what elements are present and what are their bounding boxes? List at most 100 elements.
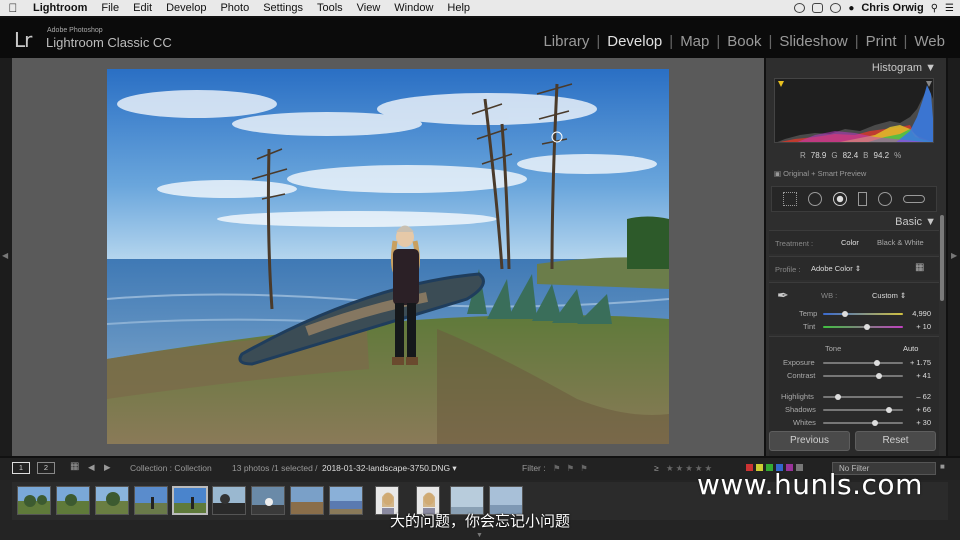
second-window-button[interactable]: 2 — [37, 462, 55, 474]
exposure-label: Exposure — [783, 358, 815, 367]
histogram-header[interactable]: Histogram ▼ — [872, 62, 936, 74]
temp-slider-track[interactable] — [823, 313, 903, 315]
main-photo[interactable] — [107, 69, 669, 444]
creative-cloud-icon[interactable] — [794, 3, 806, 13]
menu-app-name[interactable]: Lightroom — [26, 2, 94, 14]
tint-slider-thumb[interactable] — [864, 324, 870, 330]
crop-overlay-icon[interactable] — [783, 192, 798, 206]
contrast-label: Contrast — [787, 371, 816, 380]
selected-filename[interactable]: 2018-01-32-landscape-3750.DNG ▾ — [322, 463, 457, 474]
menu-help[interactable]: Help — [440, 2, 477, 14]
contrast-slider-thumb[interactable] — [876, 373, 882, 379]
exposure-slider-thumb[interactable] — [874, 360, 880, 366]
basic-header[interactable]: Basic ▼ — [895, 216, 936, 228]
tone-label: Tone — [825, 344, 842, 353]
r-value: 78.9 — [810, 151, 827, 160]
image-canvas[interactable] — [12, 58, 764, 456]
collapse-right-panel-icon[interactable]: ▶ — [951, 251, 957, 260]
temp-label: Temp — [799, 309, 818, 318]
tint-slider-track[interactable] — [823, 326, 903, 328]
menu-photo[interactable]: Photo — [213, 2, 256, 14]
forward-arrow-icon[interactable]: ▶ — [104, 462, 111, 473]
spot-removal-icon[interactable] — [808, 192, 823, 206]
module-web[interactable]: Web — [907, 33, 952, 50]
histogram-chart — [777, 81, 933, 142]
shadows-label: Shadows — [785, 405, 816, 414]
menu-edit[interactable]: Edit — [126, 2, 159, 14]
tint-value[interactable]: + 10 — [916, 322, 931, 331]
shadow-clipping-warning-icon — [778, 81, 784, 87]
white-balance-section: ✒ WB : Custom ⇕ Temp 4,990 Tint + 10 — [769, 282, 939, 334]
spotlight-search-icon[interactable]: ⚲ — [931, 3, 938, 14]
right-panel: Histogram ▼ R 78.9 G 82.4 B 94.2 % ▣ Origin… — [766, 58, 946, 456]
menu-develop[interactable]: Develop — [159, 2, 213, 14]
previous-button[interactable]: Previous — [769, 431, 850, 451]
module-map[interactable]: Map — [673, 33, 716, 50]
back-arrow-icon[interactable]: ◀ — [88, 462, 95, 473]
radial-filter-icon[interactable] — [877, 192, 892, 206]
profile-label: Profile : — [775, 265, 801, 274]
flag-filter-icons[interactable]: ⚑⚑⚑ — [553, 463, 594, 474]
eyedropper-icon[interactable]: ✒ — [777, 287, 789, 304]
histogram-title: Histogram — [871, 62, 923, 74]
tone-auto-button[interactable]: Auto — [903, 344, 918, 353]
module-book[interactable]: Book — [720, 33, 768, 50]
rating-operator-icon[interactable]: ≥ — [654, 463, 659, 473]
wifi-icon[interactable]: ● — [848, 3, 854, 14]
shadows-value[interactable]: + 66 — [916, 405, 931, 414]
right-panel-scrollbar[interactable] — [940, 215, 944, 301]
menu-view[interactable]: View — [350, 2, 388, 14]
module-print[interactable]: Print — [859, 33, 904, 50]
apple-icon[interactable]:  — [0, 1, 26, 15]
left-panel-collapsed[interactable]: ◀ — [0, 58, 12, 456]
whites-slider-thumb[interactable] — [872, 420, 878, 426]
notification-center-icon[interactable]: ☰ — [945, 3, 954, 14]
highlights-slider-thumb[interactable] — [835, 394, 841, 400]
module-slideshow[interactable]: Slideshow — [772, 33, 854, 50]
expand-left-panel-icon[interactable]: ◀ — [2, 251, 8, 260]
rgb-readout: R 78.9 G 82.4 B 94.2 % — [800, 151, 902, 160]
red-eye-icon[interactable] — [833, 192, 848, 206]
shadows-slider-thumb[interactable] — [886, 407, 892, 413]
histogram-graph[interactable] — [774, 78, 934, 143]
reset-button[interactable]: Reset — [855, 431, 936, 451]
grid-view-icon[interactable]: ▦ — [70, 461, 79, 472]
time-machine-icon[interactable] — [830, 3, 842, 13]
surfer-photo-illustration — [107, 69, 669, 444]
whites-slider-track[interactable] — [823, 422, 903, 424]
menu-settings[interactable]: Settings — [256, 2, 310, 14]
treatment-color-option[interactable]: Color — [841, 238, 859, 247]
contrast-value[interactable]: + 41 — [916, 371, 931, 380]
filter-lock-icon[interactable]: ■ — [940, 462, 945, 471]
exposure-value[interactable]: + 1.75 — [910, 358, 931, 367]
whites-value[interactable]: + 30 — [916, 418, 931, 427]
highlights-value[interactable]: – 62 — [916, 392, 931, 401]
airplay-icon[interactable] — [812, 3, 824, 13]
menu-file[interactable]: File — [94, 2, 126, 14]
temp-slider-thumb[interactable] — [842, 311, 848, 317]
smart-preview-status[interactable]: ▣ Original + Smart Preview — [774, 169, 866, 178]
profile-browser-icon[interactable]: ▦ — [915, 262, 924, 273]
bottom-panel-toggle-icon[interactable]: ▼ — [476, 532, 483, 539]
brand-subtitle: Adobe Photoshop — [47, 27, 103, 34]
treatment-bw-option[interactable]: Black & White — [877, 238, 924, 247]
temp-value[interactable]: 4,990 — [912, 309, 931, 318]
profile-dropdown[interactable]: Adobe Color ⇕ — [811, 264, 861, 273]
wb-preset-dropdown[interactable]: Custom ⇕ — [872, 291, 906, 300]
photo-count: 13 photos /1 selected / — [232, 463, 318, 473]
contrast-slider-track[interactable] — [823, 375, 903, 377]
module-develop[interactable]: Develop — [600, 33, 669, 50]
profile-section: Profile : Adobe Color ⇕ ▦ — [769, 256, 939, 280]
user-name[interactable]: Chris Orwig — [861, 2, 923, 14]
video-subtitle: 大的问题，你会忘记小问题 — [389, 512, 570, 530]
menu-window[interactable]: Window — [387, 2, 440, 14]
collection-source[interactable]: Collection : Collection — [130, 463, 212, 473]
right-panel-edge[interactable]: ▶ — [948, 58, 960, 456]
module-library[interactable]: Library — [536, 33, 596, 50]
menu-tools[interactable]: Tools — [310, 2, 350, 14]
main-window-button[interactable]: 1 — [12, 462, 30, 474]
website-watermark: www.hunls.com — [697, 468, 923, 501]
adjustment-brush-icon[interactable] — [902, 195, 925, 203]
exposure-slider-track[interactable] — [823, 362, 903, 364]
graduated-filter-icon[interactable] — [857, 192, 867, 206]
